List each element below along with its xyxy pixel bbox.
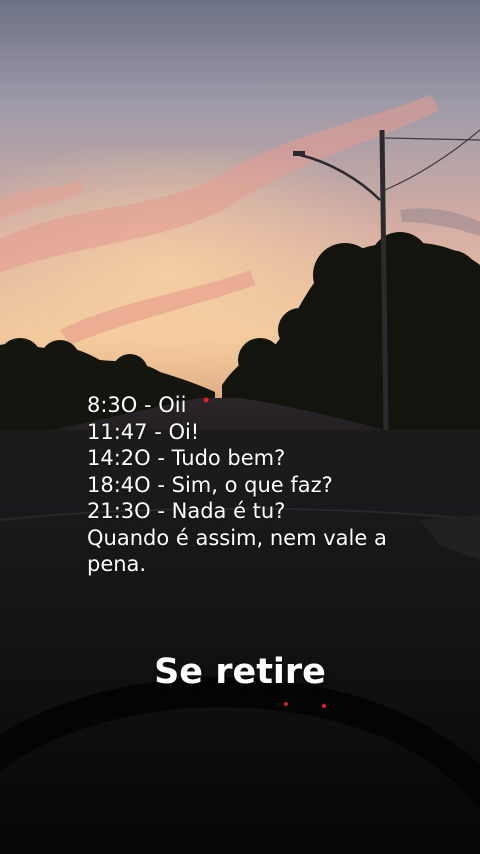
- caption-line: 21:3O - Nada é tu?: [87, 499, 286, 523]
- caption-line: 8:3O - Oii: [87, 393, 187, 417]
- chat-timeline-caption: 8:3O - Oii 11:47 - Oi! 14:2O - Tudo bem?…: [87, 392, 417, 578]
- caption-closing: Quando é assim, nem vale a pena.: [87, 525, 387, 577]
- caption-line: 11:47 - Oi!: [87, 419, 200, 444]
- caption-line: 14:2O - Tudo bem?: [87, 446, 286, 470]
- caption-line: 18:4O - Sim, o que faz?: [87, 472, 333, 497]
- overlay-sticker-text: Se retire: [154, 652, 326, 692]
